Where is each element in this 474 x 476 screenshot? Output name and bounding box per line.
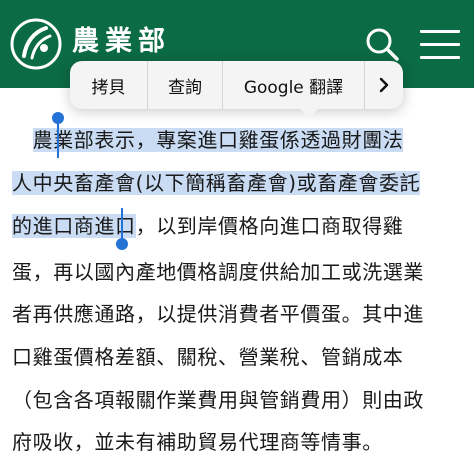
hamburger-menu-icon[interactable] xyxy=(420,30,460,60)
lookup-button[interactable]: 查詢 xyxy=(148,61,223,109)
article-line-2: 人中央畜產會(以下簡稱畜產會)或畜產會委託 xyxy=(12,167,421,199)
selected-text[interactable]: 人中央畜產會(以下簡稱畜產會)或畜產會委託 xyxy=(12,171,421,195)
article-line-7: （包含各項報關作業費用與管銷費用）則由政 xyxy=(12,388,424,412)
selection-start-caret xyxy=(57,118,59,158)
selection-end-handle[interactable] xyxy=(116,238,128,250)
context-menu-pointer xyxy=(298,107,320,118)
more-options-button[interactable] xyxy=(365,61,403,109)
text-selection-context-menu: 拷貝 查詢 Google 翻譯 xyxy=(70,61,403,118)
selected-text[interactable]: 農業部表示，專案進口雞蛋係透過財團法 xyxy=(32,128,404,152)
article-line-8: 府吸收，並未有補助貿易代理商等情事。 xyxy=(12,430,383,454)
site-title[interactable]: 農業部 xyxy=(72,26,171,58)
article-text: ，以到岸價格向進口商取得雞 xyxy=(135,214,404,238)
article-line-3: 的進口商進口，以到岸價格向進口商取得雞 xyxy=(12,210,403,242)
article-line-1: 農業部表示，專案進口雞蛋係透過財團法 xyxy=(12,124,404,156)
selected-text[interactable]: 的進口商進口 xyxy=(12,214,136,238)
moa-logo-icon[interactable] xyxy=(10,18,62,70)
menu-bar xyxy=(420,56,460,59)
menu-bar xyxy=(420,43,460,46)
article-line-6: 口雞蛋價格差額、關稅、營業稅、管銷成本 xyxy=(12,345,404,369)
menu-bar xyxy=(420,30,460,33)
copy-button[interactable]: 拷貝 xyxy=(70,61,148,109)
google-translate-button[interactable]: Google 翻譯 xyxy=(223,61,365,109)
search-icon[interactable] xyxy=(364,26,400,62)
article-line-5: 者再供應通路，以提供消費者平價蛋。其中進 xyxy=(12,302,424,326)
article-line-4: 蛋，再以國內產地價格調度供給加工或洗選業 xyxy=(12,260,424,284)
chevron-right-icon xyxy=(379,77,389,93)
